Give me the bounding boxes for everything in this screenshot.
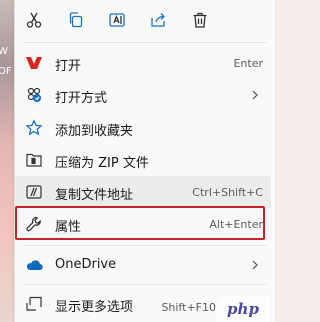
menu-item-add-to-favorites[interactable]: 添加到收藏夹 xyxy=(15,112,271,144)
menu-item-label: 打开方式 xyxy=(55,91,108,106)
delete-icon xyxy=(193,12,207,28)
menu-item-compress-zip[interactable]: 压缩为 ZIP 文件 xyxy=(15,144,271,176)
chevron-right-icon xyxy=(252,260,258,270)
scissors-icon xyxy=(26,12,42,28)
highlight-box xyxy=(15,206,265,240)
more-options-icon xyxy=(25,295,43,313)
separator xyxy=(23,284,267,285)
menu-item-onedrive[interactable]: OneDrive xyxy=(15,249,271,281)
menu-item-label: 打开 xyxy=(55,59,82,74)
rename-button[interactable] xyxy=(104,7,130,33)
php-watermark: php xyxy=(216,296,270,322)
menu-item-label: 添加到收藏夹 xyxy=(55,124,134,139)
menu-item-shortcut: Ctrl+Shift+C xyxy=(192,186,263,199)
share-button[interactable] xyxy=(145,7,171,33)
menu-item-label: OneDrive xyxy=(55,257,117,272)
share-icon xyxy=(151,13,165,27)
chevron-right-icon xyxy=(252,90,258,100)
delete-button[interactable] xyxy=(187,7,213,33)
menu-item-label: 压缩为 ZIP 文件 xyxy=(55,156,149,171)
background-text-fragment: OF xyxy=(0,66,12,77)
watermark-text: php xyxy=(227,300,259,318)
menu-item-shortcut: Enter xyxy=(233,57,263,70)
copy-button[interactable] xyxy=(63,7,89,33)
menu-item-label: 复制文件地址 xyxy=(55,188,134,203)
menu-item-label: 显示更多选项 xyxy=(55,300,134,315)
menu-item-open-with[interactable]: 打开方式 xyxy=(15,79,271,111)
rename-icon xyxy=(109,13,125,27)
separator xyxy=(23,245,267,246)
wps-icon xyxy=(25,54,43,72)
onedrive-icon xyxy=(25,256,43,274)
zip-icon xyxy=(25,151,43,169)
copy-icon xyxy=(69,12,83,28)
cut-button[interactable] xyxy=(21,7,47,33)
menu-item-open[interactable]: 打开 Enter xyxy=(15,47,271,79)
menu-item-copy-path[interactable]: 复制文件地址 Ctrl+Shift+C xyxy=(15,176,271,208)
star-icon xyxy=(25,119,43,137)
context-menu: 打开 Enter 打开方式 添加到收藏夹 压缩为 ZIP 文件 复制文件地址 C… xyxy=(14,0,275,322)
open-with-icon xyxy=(25,86,43,104)
background-text-fragment: W xyxy=(0,46,8,57)
copy-path-icon xyxy=(25,183,43,201)
separator xyxy=(23,42,267,43)
menu-item-shortcut: Shift+F10 xyxy=(161,301,216,314)
context-menu-toolbar xyxy=(15,0,271,40)
